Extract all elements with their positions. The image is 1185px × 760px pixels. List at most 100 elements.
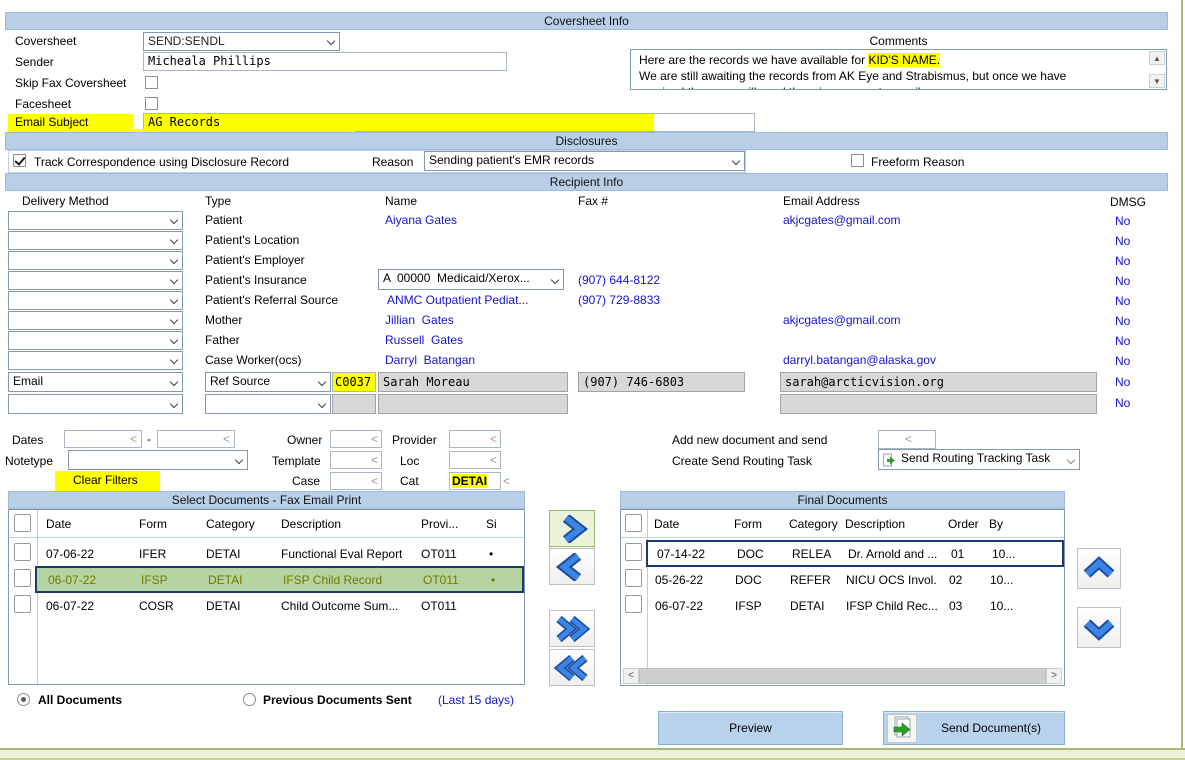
skip-fax-coversheet-checkbox[interactable] (145, 76, 158, 89)
row2-si-dot: • (491, 573, 495, 588)
reason-label: Reason (372, 154, 413, 170)
row2-provider: OT011 (423, 573, 459, 588)
move-left-button[interactable] (549, 548, 595, 585)
ref-source-code-field[interactable]: C0037 (332, 372, 376, 392)
recipient-type-select-10[interactable] (205, 394, 331, 414)
horizontal-scrollbar[interactable]: < > (623, 668, 1062, 684)
previous-documents-radio[interactable] (243, 693, 256, 706)
template-lookup-arrow[interactable]: < (371, 452, 378, 468)
move-all-right-button[interactable] (549, 610, 595, 647)
col-header-date: Date (654, 517, 679, 532)
all-documents-label: All Documents (38, 692, 122, 708)
preview-button[interactable]: Preview (658, 711, 843, 745)
comments-line1-highlight: KID'S NAME. (868, 53, 940, 67)
owner-lookup-arrow[interactable]: < (371, 431, 378, 447)
frow2-by: 10... (990, 573, 1013, 588)
move-right-button[interactable] (549, 510, 595, 547)
recipient-info-title: Recipient Info (550, 175, 623, 189)
send-routing-task-select[interactable]: Send Routing Tracking Task (878, 449, 1080, 470)
delivery-method-select-7[interactable] (8, 331, 183, 350)
table-row-selected[interactable]: 07-14-22 DOC RELEA Dr. Arnold and ... 01… (646, 540, 1064, 567)
cat-field[interactable]: DETAI (449, 472, 501, 490)
delivery-method-select-1[interactable] (8, 211, 183, 230)
frow3-description: IFSP Child Rec... (846, 599, 938, 614)
frow3-category: DETAI (790, 599, 824, 614)
col-header-by: By (989, 517, 1003, 532)
delivery-method-select-8[interactable] (8, 351, 183, 370)
reason-select[interactable]: Sending patient's EMR records (424, 151, 745, 171)
disclosures-title: Disclosures (555, 134, 617, 148)
move-all-left-button[interactable] (549, 649, 595, 686)
all-documents-radio[interactable] (17, 693, 30, 706)
send-icon-box (887, 714, 917, 743)
coversheet-label: Coversheet (15, 33, 76, 49)
scrollbar-thumb[interactable] (639, 668, 1046, 684)
add-new-lookup-arrow[interactable]: < (905, 431, 912, 447)
ref-source-select[interactable]: Ref Source (205, 372, 331, 392)
move-up-button[interactable] (1077, 548, 1121, 589)
select-documents-bar: Select Documents - Fax Email Print (8, 491, 525, 509)
col-header-si: Si (486, 517, 497, 532)
scroll-left-button[interactable]: < (623, 668, 639, 684)
preview-button-label: Preview (729, 712, 772, 744)
row2-description: IFSP Child Record (283, 573, 382, 588)
comments-scroll-up-button[interactable]: ▲ (1149, 51, 1165, 65)
track-correspondence-checkbox[interactable] (13, 154, 26, 167)
provider-lookup-arrow[interactable]: < (490, 431, 497, 447)
comments-scroll-down-button[interactable]: ▼ (1149, 74, 1165, 88)
provider-label: Provider (392, 432, 437, 448)
coversheet-select[interactable]: SEND:SENDL (143, 32, 340, 51)
delivery-method-select-10[interactable] (8, 394, 183, 414)
table-row-selected[interactable]: 06-07-22 IFSP DETAI IFSP Child Record OT… (35, 566, 524, 593)
frow1-by: 10... (992, 547, 1015, 562)
date-to-lookup-arrow[interactable]: < (223, 431, 230, 447)
send-documents-button[interactable]: Send Document(s) (883, 711, 1065, 745)
comments-textarea[interactable]: Here are the records we have available f… (630, 49, 1167, 90)
final-row3-checkbox[interactable] (625, 595, 642, 613)
select-all-checkbox[interactable] (625, 514, 642, 532)
case-lookup-arrow[interactable]: < (371, 473, 378, 489)
insurance-select[interactable]: A 00000 Medicaid/Xerox... (378, 269, 564, 290)
notetype-label: Notetype (5, 453, 53, 469)
delivery-method-header: Delivery Method (22, 193, 109, 209)
col-header-form: Form (139, 517, 167, 532)
scroll-right-button[interactable]: > (1046, 668, 1062, 684)
doc-row3-checkbox[interactable] (14, 595, 31, 613)
delivery-method-select-6[interactable] (8, 311, 183, 330)
date-from-lookup-arrow[interactable]: < (130, 431, 137, 447)
chevron-down-icon (551, 276, 559, 284)
comments-label: Comments (630, 33, 1167, 49)
chevron-down-icon (170, 256, 178, 264)
loc-lookup-arrow[interactable]: < (490, 452, 497, 468)
notetype-select[interactable] (68, 450, 248, 470)
scroll-right-icon: > (1051, 670, 1057, 681)
sender-input[interactable]: Micheala Phillips (143, 52, 507, 71)
scroll-down-icon: ▼ (1153, 77, 1161, 86)
select-all-checkbox[interactable] (14, 514, 31, 532)
delivery-method-select-3[interactable] (8, 251, 183, 270)
dates-label: Dates (12, 432, 43, 448)
doc-row1-checkbox[interactable] (14, 543, 31, 561)
move-down-button[interactable] (1077, 607, 1121, 648)
facesheet-checkbox[interactable] (145, 97, 158, 110)
delivery-method-select-2[interactable] (8, 231, 183, 250)
freeform-reason-label: Freeform Reason (871, 154, 964, 170)
final-row2-checkbox[interactable] (625, 569, 642, 587)
window-bottom-strip (0, 750, 1185, 758)
delivery-method-select-9[interactable]: Email (8, 372, 183, 392)
recipient-type-patient: Patient (205, 212, 242, 228)
ref-source-code-field-empty (332, 394, 376, 414)
freeform-reason-checkbox[interactable] (851, 154, 864, 167)
clear-filters-button[interactable]: Clear Filters (55, 471, 160, 491)
cat-lookup-arrow[interactable]: < (503, 473, 510, 489)
doc-row2-checkbox[interactable] (14, 569, 31, 587)
final-row1-checkbox[interactable] (625, 543, 642, 561)
delivery-method-select-5[interactable] (8, 291, 183, 310)
send-document-icon (888, 715, 916, 742)
chevron-down-icon (170, 336, 178, 344)
row1-description: Functional Eval Report (281, 547, 402, 562)
recipient-name-empty (378, 394, 568, 414)
chevron-down-icon (1082, 614, 1116, 642)
delivery-method-select-4[interactable] (8, 271, 183, 290)
col-header-date: Date (46, 517, 71, 532)
